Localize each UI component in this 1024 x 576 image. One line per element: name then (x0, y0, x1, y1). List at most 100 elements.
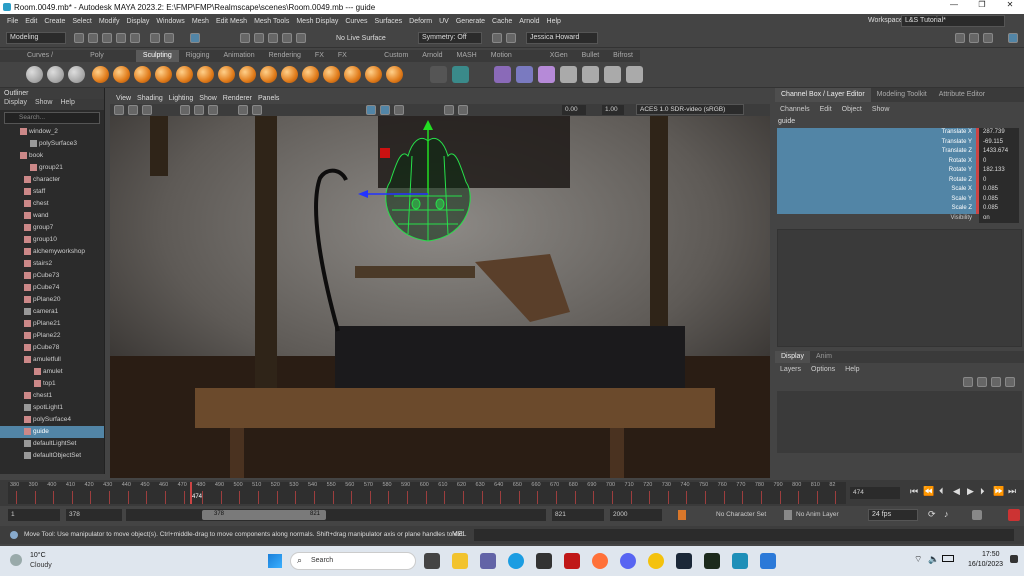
redo-icon[interactable] (130, 33, 140, 43)
maya-taskbar-icon[interactable] (732, 553, 748, 569)
attr-translate-y[interactable]: Translate Y -69.115 (777, 137, 1024, 147)
range-slider[interactable]: 378 821 (126, 509, 546, 521)
attr-rotate-z[interactable]: Rotate Z0 (777, 175, 1024, 185)
new-scene-icon[interactable] (74, 33, 84, 43)
outliner-menu-help[interactable]: Help (60, 99, 74, 110)
outliner-item[interactable]: pCube74 (0, 282, 104, 294)
mel-command-input[interactable] (474, 529, 1014, 541)
outliner-item[interactable]: top1 (0, 378, 104, 390)
menu-select[interactable]: Select (72, 18, 91, 25)
imprint-tool-icon[interactable] (218, 66, 235, 83)
blend-shape-icon[interactable] (494, 66, 511, 83)
menu-layer-help[interactable]: Help (845, 366, 859, 373)
user-account-dropdown[interactable]: Jessica Howard (526, 32, 598, 44)
attribute-editor-icon[interactable] (969, 33, 979, 43)
pinch-tool-icon[interactable] (113, 66, 130, 83)
ipr-render-icon[interactable] (506, 33, 516, 43)
shelf-tab-bifrost[interactable]: Bifrost (606, 50, 640, 62)
store-icon[interactable] (536, 553, 552, 569)
shelf-tab-animation[interactable]: Animation (216, 50, 261, 62)
wifi-icon[interactable]: ⌔ (914, 554, 922, 565)
new-layer-selected-icon[interactable] (977, 377, 987, 387)
anim-layer-icon[interactable] (784, 510, 792, 520)
tab-channel-box[interactable]: Channel Box / Layer Editor (775, 88, 871, 102)
sound-icon[interactable]: ♪ (944, 509, 949, 519)
outliner-item[interactable]: camera1 (0, 306, 104, 318)
shelf-tab-fx[interactable]: FX (308, 50, 331, 62)
tab-attribute-editor[interactable]: Attribute Editor (933, 88, 991, 102)
viewport-menu-lighting[interactable]: Lighting (169, 94, 194, 104)
shadows-icon[interactable] (394, 105, 404, 115)
tool-settings-icon[interactable] (983, 33, 993, 43)
firefox-icon[interactable] (592, 553, 608, 569)
outliner-item[interactable]: spotLight1 (0, 402, 104, 414)
taskbar-search[interactable]: ⌕ Search (290, 552, 416, 570)
select-hierarchy-icon[interactable] (150, 33, 160, 43)
teams-icon[interactable] (480, 553, 496, 569)
lights-icon[interactable] (380, 105, 390, 115)
convert-frozen-icon[interactable] (430, 66, 447, 83)
menu-arnold[interactable]: Arnold (519, 18, 539, 25)
menu-display[interactable]: Display (126, 18, 149, 25)
shelf-tab-fx-caching[interactable]: FX Caching (331, 50, 377, 71)
outliner-item[interactable]: defaultLightSet (0, 438, 104, 450)
exposure-field[interactable]: 0.00 (562, 105, 586, 115)
menu-channels[interactable]: Channels (780, 106, 810, 113)
close-icon[interactable]: ✕ (996, 0, 1024, 14)
snap-view-icon[interactable] (296, 33, 306, 43)
layer-move-up-icon[interactable] (991, 377, 1001, 387)
attr-translate-x[interactable]: Translate X 287.739 (777, 128, 1024, 138)
playback-end-field[interactable]: 821 (552, 509, 604, 521)
windows-start-icon[interactable] (268, 554, 282, 568)
resolution-gate-icon[interactable] (208, 105, 218, 115)
menu-create[interactable]: Create (44, 18, 65, 25)
attr-visibility[interactable]: Visibility on (777, 213, 1024, 223)
attr-scale-x[interactable]: Scale X 0.085 (777, 185, 1024, 195)
go-to-end-icon[interactable]: ⏭ (1008, 486, 1016, 497)
end-time-field[interactable]: 2000 (610, 509, 662, 521)
shelf-tab-poly[interactable]: Poly Modeling (83, 50, 136, 71)
camera-attributes-icon[interactable] (128, 105, 138, 115)
outliner-item[interactable]: pCube73 (0, 270, 104, 282)
viewport-menu-panels[interactable]: Panels (258, 94, 279, 104)
wireframe-icon[interactable] (238, 105, 248, 115)
keying-icon[interactable] (972, 510, 982, 520)
shelf-tab-rendering[interactable]: Rendering (262, 50, 308, 62)
outliner-search-input[interactable]: Search... (4, 112, 100, 124)
snap-point-icon[interactable] (268, 33, 278, 43)
shelf-tab-custom[interactable]: Custom (377, 50, 415, 62)
outliner-item[interactable]: defaultObjectSet (0, 450, 104, 462)
live-surface-field[interactable]: No Live Surface (336, 35, 386, 42)
start-time-field[interactable]: 1 (8, 509, 60, 521)
play-forward-icon[interactable]: ▶ (967, 486, 974, 497)
menu-layers[interactable]: Layers (780, 366, 801, 373)
shape-editor-icon[interactable] (516, 66, 533, 83)
menu-uv[interactable]: UV (439, 18, 449, 25)
mask-grid-icon[interactable] (452, 66, 469, 83)
outliner-item-selected[interactable]: guide (0, 426, 104, 438)
grid-icon[interactable] (180, 105, 190, 115)
menu-cb-show[interactable]: Show (872, 106, 890, 113)
outliner-item[interactable]: wand (0, 210, 104, 222)
menu-mesh-display[interactable]: Mesh Display (296, 18, 338, 25)
steam-icon[interactable] (676, 553, 692, 569)
discord-icon[interactable] (620, 553, 636, 569)
fill-tool-icon[interactable] (281, 66, 298, 83)
outliner-item[interactable]: window_2 (0, 126, 104, 138)
battery-icon[interactable] (942, 555, 954, 562)
shelf-tab-xgen[interactable]: XGen (543, 50, 575, 62)
edge-icon[interactable] (508, 553, 524, 569)
playback-start-field[interactable]: 378 (66, 509, 122, 521)
outliner-item[interactable]: pPlane20 (0, 294, 104, 306)
shelf-tab-arnold[interactable]: Arnold (415, 50, 449, 62)
current-frame-field[interactable]: 474 (850, 487, 900, 499)
mcafee-icon[interactable] (564, 553, 580, 569)
repeat-tool-icon[interactable] (197, 66, 214, 83)
menu-mesh[interactable]: Mesh (192, 18, 209, 25)
menu-surfaces[interactable]: Surfaces (375, 18, 403, 25)
outliner-menu-show[interactable]: Show (35, 99, 53, 110)
spray-tool-icon[interactable] (176, 66, 193, 83)
shelf-tab-motion-graphics[interactable]: Motion Graphics (484, 50, 543, 71)
save-scene-icon[interactable] (102, 33, 112, 43)
render-frame-icon[interactable] (492, 33, 502, 43)
